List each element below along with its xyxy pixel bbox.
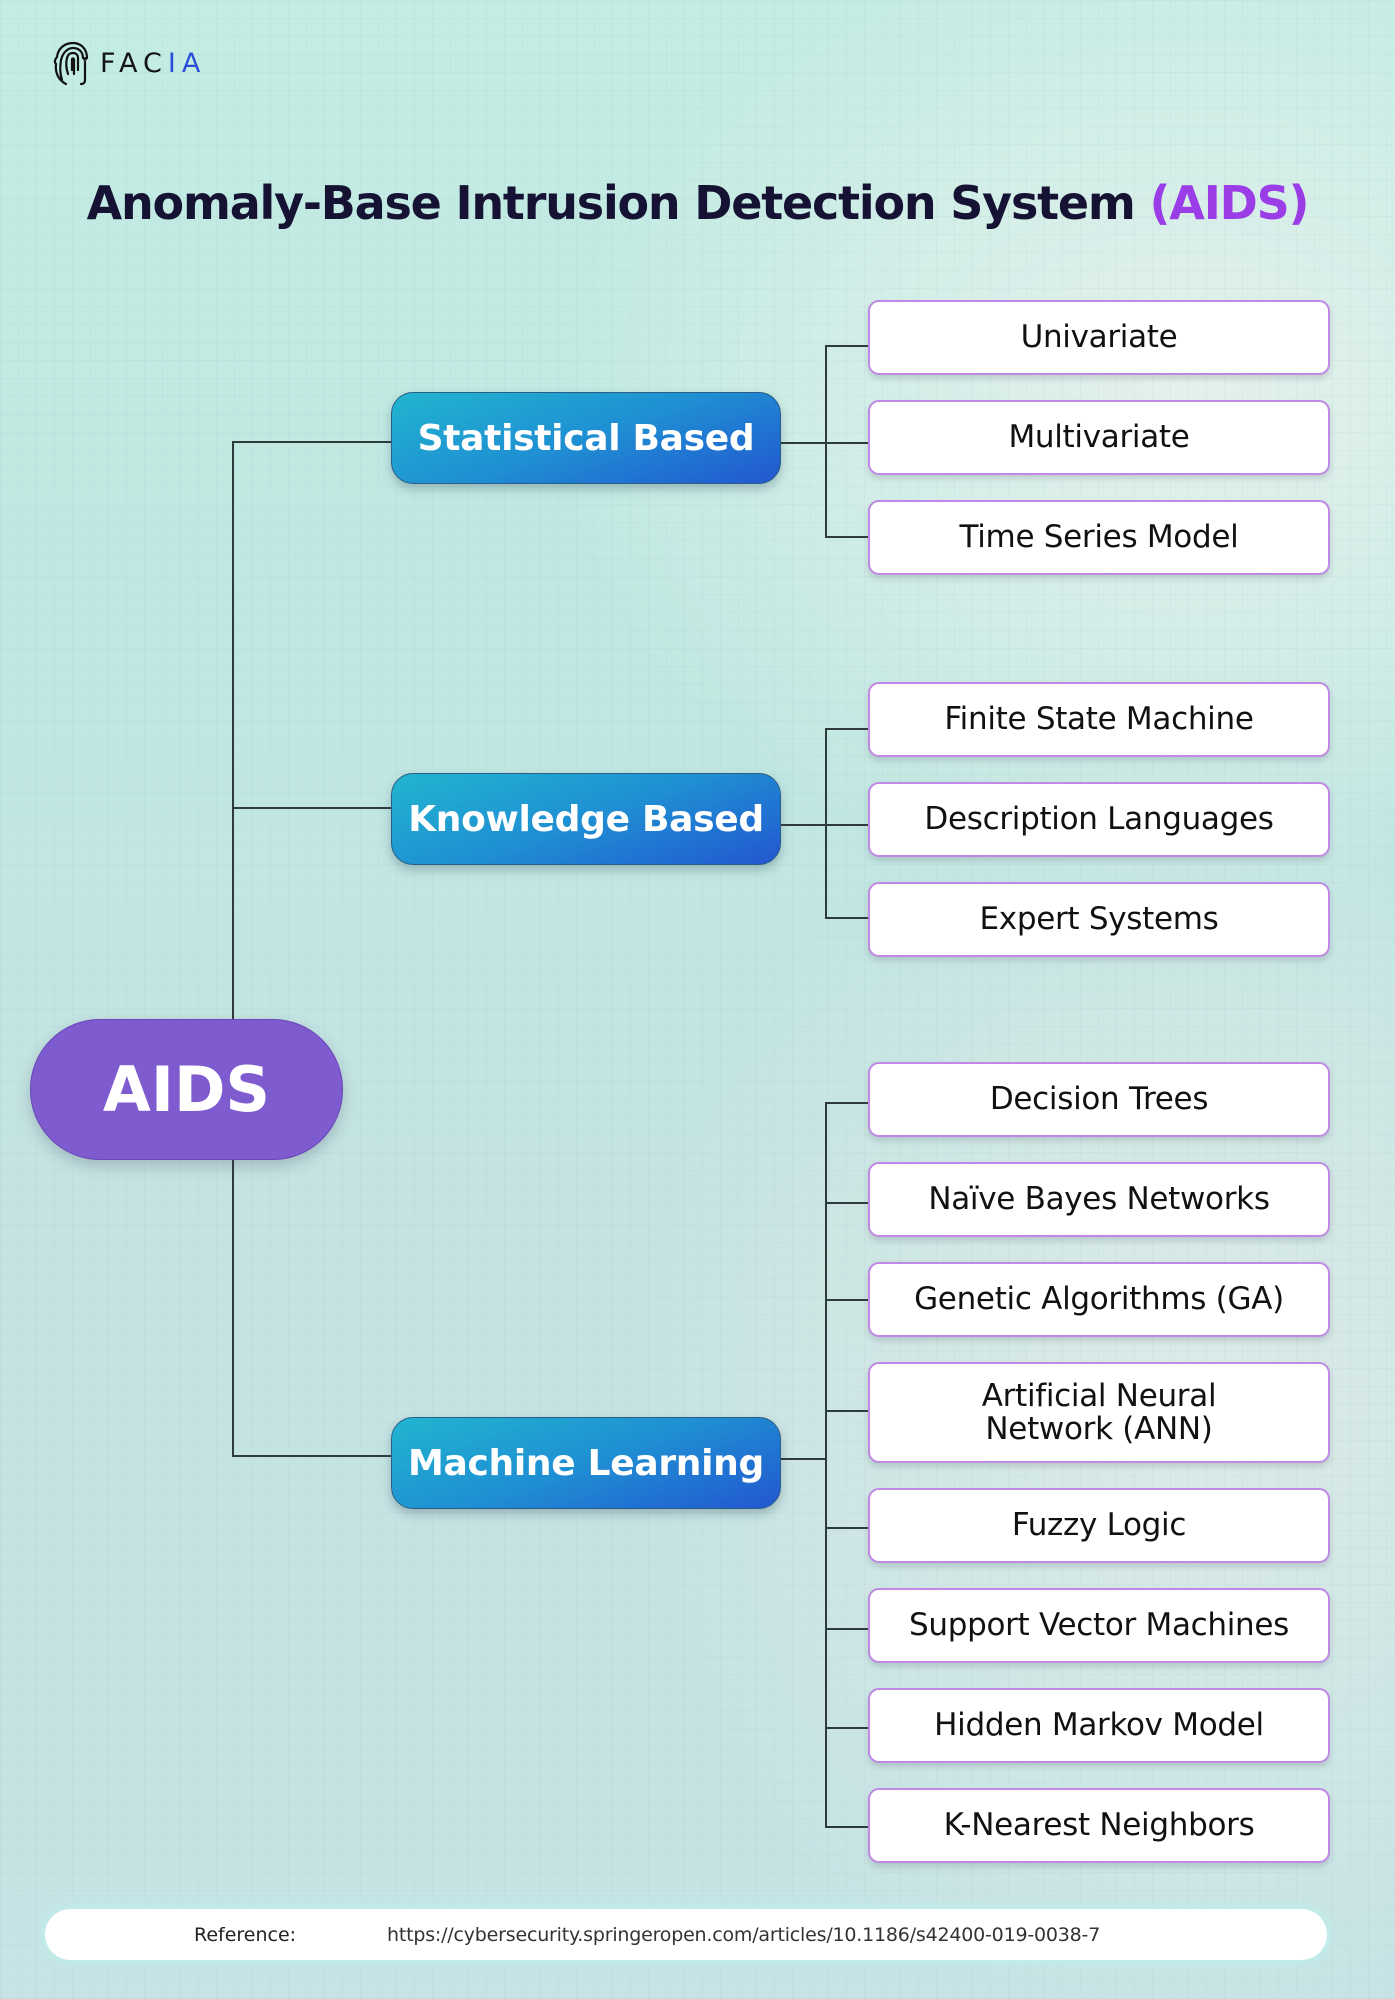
leaf-tick (825, 1102, 868, 1104)
leaf-tick (825, 1410, 868, 1412)
leaf-description-languages: Description Languages (868, 782, 1330, 857)
trunk-to-knowledge (232, 807, 391, 809)
leaf-tick (825, 917, 868, 919)
branch-statistical-based: Statistical Based (391, 392, 781, 484)
leaf-expert-systems: Expert Systems (868, 882, 1330, 957)
leaf-naive-bayes-networks: Naïve Bayes Networks (868, 1162, 1330, 1237)
leaf-finite-state-machine: Finite State Machine (868, 682, 1330, 757)
trunk-to-ml (232, 1455, 391, 1457)
leaf-tick (825, 345, 868, 347)
trunk-line-upper (232, 442, 234, 1020)
fingerprint-head-icon (52, 40, 90, 86)
logo-wordmark: FACIA (100, 48, 206, 79)
leaf-tick (825, 1202, 868, 1204)
branch-machine-learning: Machine Learning (391, 1417, 781, 1509)
leaf-tick (825, 1299, 868, 1301)
trunk-line-lower (232, 1160, 234, 1456)
leaf-tick (825, 536, 868, 538)
page-title: Anomaly-Base Intrusion Detection System … (0, 176, 1395, 230)
branch-knowledge-based: Knowledge Based (391, 773, 781, 865)
leaf-k-nearest-neighbors: K-Nearest Neighbors (868, 1788, 1330, 1863)
ml-out (780, 1458, 826, 1460)
knowledge-spine (825, 728, 827, 919)
trunk-to-statistical (232, 441, 391, 443)
leaf-hidden-markov-model: Hidden Markov Model (868, 1688, 1330, 1763)
leaf-genetic-algorithms: Genetic Algorithms (GA) (868, 1262, 1330, 1337)
leaf-univariate: Univariate (868, 300, 1330, 375)
statistical-spine (825, 345, 827, 538)
leaf-tick (825, 1826, 868, 1828)
leaf-fuzzy-logic: Fuzzy Logic (868, 1488, 1330, 1563)
title-main: Anomaly-Base Intrusion Detection System (86, 176, 1136, 230)
facia-logo: FACIA (52, 40, 206, 86)
root-node-aids: AIDS (30, 1019, 343, 1160)
leaf-tick (825, 1727, 868, 1729)
leaf-time-series-model: Time Series Model (868, 500, 1330, 575)
title-accent: (AIDS) (1149, 176, 1309, 230)
leaf-tick (825, 728, 868, 730)
reference-label: Reference: (194, 1923, 297, 1946)
reference-url-link[interactable]: https://cybersecurity.springeropen.com/a… (387, 1924, 1100, 1946)
ml-spine (825, 1102, 827, 1828)
leaf-support-vector-machines: Support Vector Machines (868, 1588, 1330, 1663)
leaf-multivariate: Multivariate (868, 400, 1330, 475)
logo-text-main: FAC (100, 47, 168, 79)
leaf-decision-trees: Decision Trees (868, 1062, 1330, 1137)
logo-text-accent: IA (167, 47, 207, 79)
leaf-tick (825, 1628, 868, 1630)
leaf-tick (825, 1527, 868, 1529)
leaf-artificial-neural-network: Artificial Neural Network (ANN) (868, 1362, 1330, 1463)
reference-bar: Reference: https://cybersecurity.springe… (45, 1909, 1327, 1960)
